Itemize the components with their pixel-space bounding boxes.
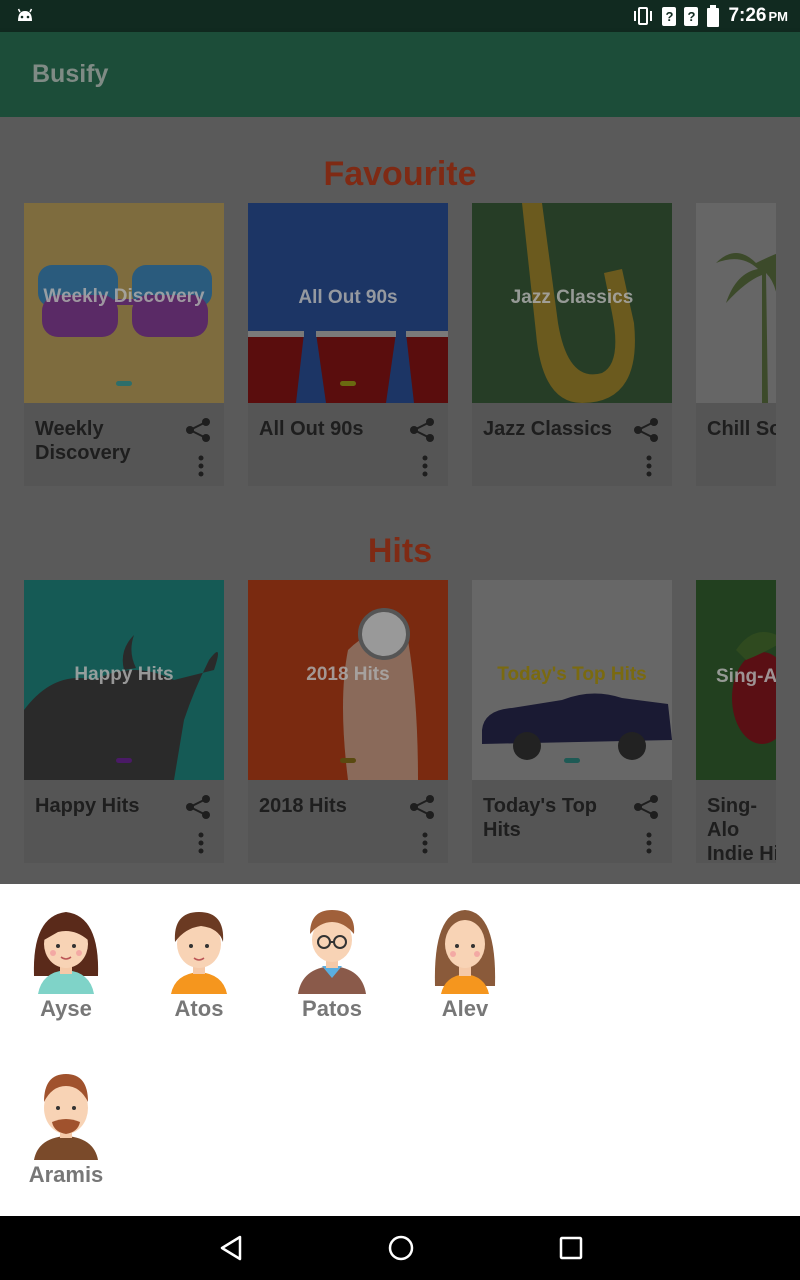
share-icon[interactable] <box>184 416 212 444</box>
playlist-art: Jazz Classics <box>472 203 672 403</box>
share-icon[interactable] <box>632 793 660 821</box>
playlist-name: Sing-Alo Indie Hi <box>707 795 776 863</box>
playlist-card-2018-hits[interactable]: 2018 Hits 2018 Hits <box>248 580 448 863</box>
back-icon[interactable] <box>218 1234 244 1262</box>
playlist-content: Favourite Weekly Discovery Weekly Discov… <box>0 117 800 884</box>
avatar-icon <box>33 912 99 994</box>
contact-name: Aramis <box>28 1162 104 1187</box>
contact-ayse[interactable]: Ayse <box>11 906 121 1022</box>
avatar-icon <box>434 910 496 994</box>
system-nav-bar <box>0 1216 800 1280</box>
more-vert-icon[interactable] <box>646 832 652 854</box>
contact-name: Alev <box>441 996 489 1021</box>
indicator-dot <box>116 758 132 763</box>
contact-atos[interactable]: Atos <box>144 906 254 1022</box>
playlist-card-weekly-discovery[interactable]: Weekly Discovery Weekly Discovery <box>24 203 224 486</box>
favourite-row: Weekly Discovery Weekly Discovery All Ou… <box>0 203 800 493</box>
app-title: Busify <box>32 60 109 88</box>
playlist-name: Weekly Discovery <box>35 418 131 464</box>
indicator-dot <box>564 758 580 763</box>
no-signal-icon: ? <box>662 6 677 26</box>
playlist-art: All Out 90s <box>248 203 448 403</box>
playlist-art: Sing-A <box>696 580 776 780</box>
share-icon[interactable] <box>408 793 436 821</box>
playlist-name: All Out 90s <box>259 418 364 440</box>
share-icon[interactable] <box>184 793 212 821</box>
section-title-favourite: Favourite <box>323 155 477 193</box>
battery-icon <box>707 5 720 27</box>
playlist-card-todays-top-hits[interactable]: Today's Top Hits Today's Top Hits <box>472 580 672 863</box>
playlist-art-label: Jazz Classics <box>510 287 634 308</box>
contact-name: Patos <box>302 996 362 1021</box>
contact-aramis[interactable]: Aramis <box>11 1072 121 1188</box>
playlist-name: Chill Songs <box>707 418 776 440</box>
indicator-dot <box>340 381 356 386</box>
clock-time: 7:26 <box>728 5 767 26</box>
playlist-name: Happy Hits <box>35 795 140 817</box>
contact-name: Atos <box>174 996 224 1021</box>
playlist-card-chill-songs[interactable]: Chill Songs <box>696 203 776 486</box>
contact-patos[interactable]: Patos <box>277 906 387 1022</box>
playlist-art-label: Happy Hits <box>74 664 174 685</box>
avatar-icon <box>171 912 227 994</box>
more-vert-icon[interactable] <box>198 455 204 477</box>
more-vert-icon[interactable] <box>422 455 428 477</box>
playlist-name: 2018 Hits <box>259 795 347 817</box>
playlist-name: Jazz Classics <box>483 418 612 440</box>
android-notification-icon <box>17 8 33 21</box>
clock-ampm: PM <box>768 9 789 24</box>
playlist-card-sing-along-indie-hits[interactable]: Sing-A Sing-Alo Indie Hi <box>696 580 776 863</box>
more-vert-icon[interactable] <box>198 832 204 854</box>
recents-icon[interactable] <box>558 1234 584 1262</box>
status-bar: ? ? 7:26 PM <box>0 0 800 32</box>
playlist-art <box>696 203 776 403</box>
contact-alev[interactable]: Alev <box>410 906 520 1022</box>
section-title-hits: Hits <box>367 532 433 570</box>
playlist-card-all-out-90s[interactable]: All Out 90s All Out 90s <box>248 203 448 486</box>
share-icon[interactable] <box>408 416 436 444</box>
share-contacts-sheet: Ayse Atos Patos Alev Aramis <box>0 884 800 1216</box>
hits-row: Happy Hits Happy Hits 2018 Hits 2018 Hit… <box>0 580 800 870</box>
playlist-art: Today's Top Hits <box>472 580 672 780</box>
more-vert-icon[interactable] <box>422 832 428 854</box>
playlist-art-label: Weekly Discovery <box>43 286 205 307</box>
playlist-name: Today's Top Hits <box>483 795 598 841</box>
playlist-art-label: Sing-A <box>716 666 776 687</box>
playlist-art-label: 2018 Hits <box>306 664 390 685</box>
playlist-card-jazz-classics[interactable]: Jazz Classics Jazz Classics <box>472 203 672 486</box>
contact-name: Ayse <box>40 996 92 1021</box>
playlist-art-label: Today's Top Hits <box>497 664 647 685</box>
playlist-art: 2018 Hits <box>248 580 448 780</box>
avatar-icon <box>298 910 366 994</box>
playlist-art-label: All Out 90s <box>298 287 398 308</box>
share-icon[interactable] <box>632 416 660 444</box>
no-signal-icon-2: ? <box>684 6 699 26</box>
home-icon[interactable] <box>387 1234 415 1262</box>
more-vert-icon[interactable] <box>646 455 652 477</box>
playlist-art: Weekly Discovery <box>24 203 224 403</box>
app-bar: Busify <box>0 32 800 117</box>
palm-tree-image <box>716 253 776 403</box>
vibrate-icon <box>634 7 653 25</box>
avatar-icon <box>34 1074 98 1160</box>
playlist-art: Happy Hits <box>24 580 224 780</box>
indicator-dot <box>340 758 356 763</box>
playlist-card-happy-hits[interactable]: Happy Hits Happy Hits <box>24 580 224 863</box>
indicator-dot <box>116 381 132 386</box>
